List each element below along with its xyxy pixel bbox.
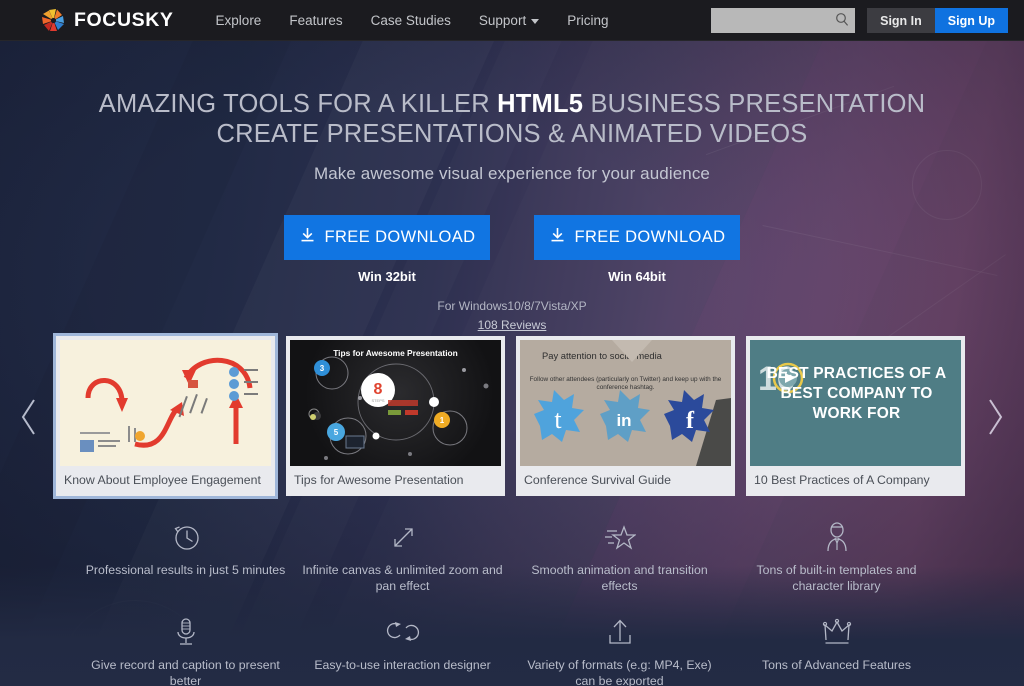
svg-text:t: t <box>554 405 562 434</box>
clock-icon <box>83 520 288 554</box>
feature-label: Infinite canvas & unlimited zoom and pan… <box>300 563 505 594</box>
feature-smooth-animation: Smooth animation and transition effects <box>511 520 728 594</box>
logo[interactable]: FOCUSKY <box>40 7 174 34</box>
focusky-logo-icon <box>40 7 67 34</box>
twitter-icon: t <box>534 390 584 442</box>
feature-label: Tons of built-in templates and character… <box>734 563 939 594</box>
svg-text:1: 1 <box>440 416 445 425</box>
card-thumbnail <box>60 340 271 466</box>
headline-highlight: HTML5 <box>497 90 583 118</box>
feature-label: Easy-to-use interaction designer <box>300 658 505 674</box>
download-caption-64bit: Win 64bit <box>534 269 740 284</box>
features-row-1: Professional results in just 5 minutes I… <box>0 520 1024 594</box>
svg-text:3: 3 <box>320 364 325 373</box>
linkedin-icon: in <box>600 390 650 442</box>
os-support-text: For Windows10/8/7Vista/XP <box>0 299 1024 313</box>
chevron-right-icon <box>984 395 1006 444</box>
card-thumbnail: 10 BEST PRACTICES OF A BEST COMPANY TO W… <box>750 340 961 466</box>
nav-item-case-studies[interactable]: Case Studies <box>357 0 465 41</box>
nav-item-pricing[interactable]: Pricing <box>553 0 622 41</box>
carousel-card-employee-engagement[interactable]: Know About Employee Engagement <box>56 336 275 496</box>
feature-label: Give record and caption to present bette… <box>83 658 288 686</box>
hero-section: AMAZING TOOLS FOR A KILLER HTML5 BUSINES… <box>0 41 1024 334</box>
nav-item-features[interactable]: Features <box>275 0 356 41</box>
download-label: FREE DOWNLOAD <box>325 228 476 247</box>
nav-label: Pricing <box>567 0 608 41</box>
download-caption-32bit: Win 32bit <box>284 269 490 284</box>
reviews-link[interactable]: 108 Reviews <box>478 318 547 332</box>
feature-label: Smooth animation and transition effects <box>517 563 722 594</box>
search-input[interactable] <box>716 9 834 32</box>
card-caption: Conference Survival Guide <box>520 466 731 492</box>
reviews-line: 108 Reviews <box>0 316 1024 334</box>
download-button-row: FREE DOWNLOAD Win 32bit FREE DOWNLOAD Wi… <box>0 215 1024 284</box>
microphone-icon <box>83 615 288 649</box>
interaction-icon <box>300 615 505 649</box>
card-caption: Know About Employee Engagement <box>60 466 271 492</box>
hero-subheadline: Make awesome visual experience for your … <box>0 164 1024 184</box>
download-label: FREE DOWNLOAD <box>575 228 726 247</box>
sign-up-button[interactable]: Sign Up <box>935 8 1008 33</box>
search-icon <box>835 12 849 32</box>
svg-text:in: in <box>616 411 631 430</box>
card-caption: Tips for Awesome Presentation <box>290 466 501 492</box>
chevron-left-icon <box>18 395 40 444</box>
character-icon <box>734 520 939 554</box>
export-icon <box>517 615 722 649</box>
feature-export-formats: Variety of formats (e.g: MP4, Exe) can b… <box>511 615 728 686</box>
card-thumbnail: Tips for Awesome Presentation 8 STEPS 3 … <box>290 340 501 466</box>
svg-text:5: 5 <box>334 428 339 437</box>
expand-arrows-icon <box>300 520 505 554</box>
carousel-card-tips-presentation[interactable]: Tips for Awesome Presentation 8 STEPS 3 … <box>286 336 505 496</box>
feature-label: Tons of Advanced Features <box>734 658 939 674</box>
crown-icon <box>734 615 939 649</box>
feature-infinite-canvas: Infinite canvas & unlimited zoom and pan… <box>294 520 511 594</box>
hero-headline-line1: AMAZING TOOLS FOR A KILLER HTML5 BUSINES… <box>0 90 1024 119</box>
svg-text:8: 8 <box>374 381 383 398</box>
sign-in-button[interactable]: Sign In <box>867 8 935 33</box>
carousel-card-best-practices[interactable]: 10 BEST PRACTICES OF A BEST COMPANY TO W… <box>746 336 965 496</box>
top-navigation-bar: FOCUSKY Explore Features Case Studies Su… <box>0 0 1024 41</box>
nav-item-support[interactable]: Support <box>465 0 553 41</box>
download-icon <box>299 226 316 249</box>
download-option-32bit: FREE DOWNLOAD Win 32bit <box>284 215 490 284</box>
free-download-64bit-button[interactable]: FREE DOWNLOAD <box>534 215 740 260</box>
feature-interaction-designer: Easy-to-use interaction designer <box>294 615 511 686</box>
main-nav: Explore Features Case Studies Support Pr… <box>202 0 623 41</box>
search-box[interactable] <box>711 8 855 33</box>
feature-label: Variety of formats (e.g: MP4, Exe) can b… <box>517 658 722 686</box>
svg-text:STEPS: STEPS <box>371 398 384 403</box>
template-carousel: Know About Employee Engagement Tips for … <box>0 336 1024 504</box>
carousel-card-conference-guide[interactable]: Pay attention to social media Follow oth… <box>516 336 735 496</box>
features-section: Professional results in just 5 minutes I… <box>0 520 1024 686</box>
carousel-next-button[interactable] <box>978 384 1012 454</box>
nav-label: Support <box>479 0 526 41</box>
headline-part2: BUSINESS PRESENTATION <box>583 90 925 118</box>
card-thumbnail: Pay attention to social media Follow oth… <box>520 340 731 466</box>
logo-text: FOCUSKY <box>74 9 174 32</box>
carousel-prev-button[interactable] <box>12 384 46 454</box>
headline-part1: AMAZING TOOLS FOR A KILLER <box>99 90 497 118</box>
chevron-down-icon <box>531 19 539 24</box>
free-download-32bit-button[interactable]: FREE DOWNLOAD <box>284 215 490 260</box>
card-caption: 10 Best Practices of A Company <box>750 466 961 492</box>
hero-headline-line2: CREATE PRESENTATIONS & ANIMATED VIDEOS <box>0 120 1024 149</box>
nav-label: Case Studies <box>371 0 451 41</box>
feature-advanced-features: Tons of Advanced Features <box>728 615 945 686</box>
nav-item-explore[interactable]: Explore <box>202 0 276 41</box>
shooting-star-icon <box>517 520 722 554</box>
feature-label: Professional results in just 5 minutes <box>83 563 288 579</box>
feature-templates-library: Tons of built-in templates and character… <box>728 520 945 594</box>
nav-label: Features <box>289 0 342 41</box>
svg-text:f: f <box>686 408 695 434</box>
header-actions: Sign In Sign Up <box>711 0 1008 41</box>
feature-record-caption: Give record and caption to present bette… <box>77 615 294 686</box>
download-option-64bit: FREE DOWNLOAD Win 64bit <box>534 215 740 284</box>
carousel-card-list: Know About Employee Engagement Tips for … <box>56 336 965 496</box>
nav-label: Explore <box>216 0 262 41</box>
feature-professional-results: Professional results in just 5 minutes <box>77 520 294 594</box>
thumbnail-text: BEST PRACTICES OF A BEST COMPANY TO WORK… <box>758 364 955 424</box>
features-row-2: Give record and caption to present bette… <box>0 615 1024 686</box>
download-icon <box>549 226 566 249</box>
